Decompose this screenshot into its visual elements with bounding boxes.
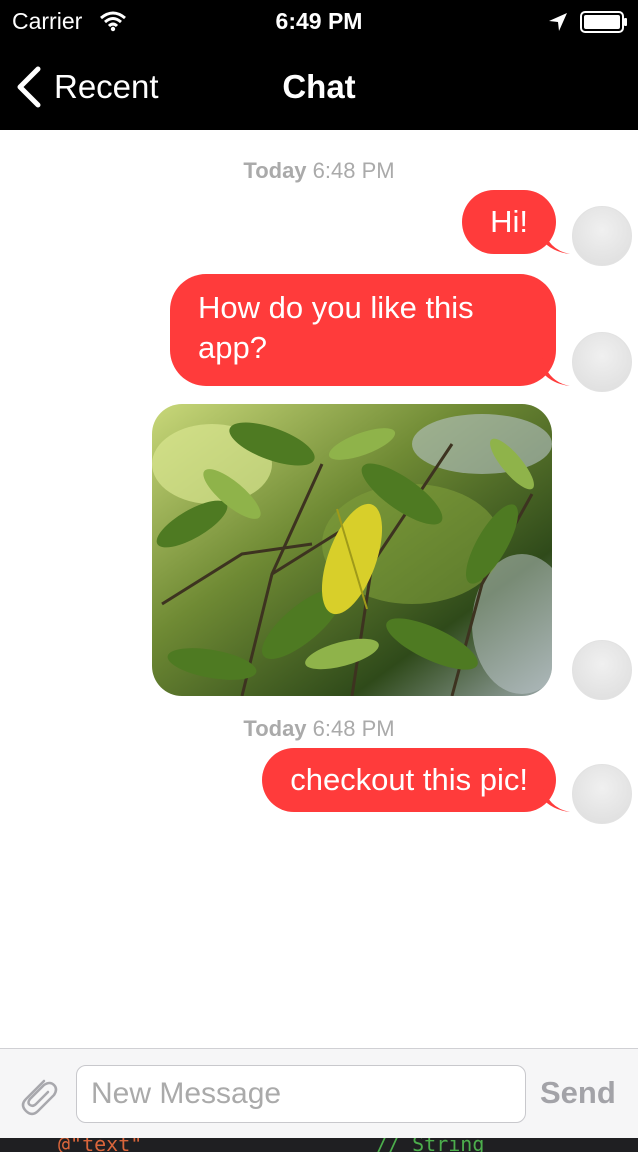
- timestamp-day: Today: [243, 716, 307, 741]
- timestamp-time: 6:48 PM: [312, 716, 395, 741]
- message-timestamp: Today 6:48 PM: [0, 716, 638, 742]
- location-arrow-icon: [549, 13, 567, 31]
- bubble-tail: [542, 226, 570, 254]
- bubble-tail: [542, 358, 570, 386]
- bubble-tail: [542, 784, 570, 812]
- send-button[interactable]: Send: [540, 1075, 616, 1111]
- message-text: checkout this pic!: [290, 762, 528, 797]
- back-button[interactable]: Recent: [14, 64, 159, 110]
- message-input[interactable]: [76, 1065, 526, 1123]
- chevron-left-icon: [17, 66, 41, 108]
- code-string: @"text": [58, 1138, 143, 1152]
- status-bar: Carrier 6:49 PM: [0, 0, 638, 44]
- avatar[interactable]: [572, 206, 632, 266]
- code-comment: // String: [376, 1138, 485, 1152]
- code-editor-strip: @"text" // String: [0, 1138, 638, 1152]
- timestamp-time: 6:48 PM: [312, 158, 395, 183]
- message-bubble[interactable]: Hi!: [462, 190, 570, 254]
- message-input-bar: Send: [0, 1048, 638, 1138]
- message-bubble[interactable]: checkout this pic!: [262, 748, 570, 812]
- avatar[interactable]: [572, 332, 632, 392]
- clock-time: 6:49 PM: [275, 8, 363, 34]
- message-bubble[interactable]: How do you like this app?: [170, 274, 570, 386]
- back-label: Recent: [54, 68, 159, 105]
- message-text: Hi!: [490, 204, 528, 239]
- leaf-photo-image: [152, 404, 552, 696]
- avatar[interactable]: [572, 640, 632, 700]
- message-timestamp: Today 6:48 PM: [0, 158, 638, 184]
- navigation-bar: Recent Chat: [0, 44, 638, 130]
- battery-icon: [580, 11, 627, 33]
- avatar[interactable]: [572, 764, 632, 824]
- photo-message[interactable]: [152, 404, 552, 696]
- message-list[interactable]: Today 6:48 PM Hi! How do you like this a…: [0, 130, 638, 1048]
- paperclip-icon[interactable]: [14, 1071, 62, 1119]
- timestamp-day: Today: [243, 158, 307, 183]
- message-text: How do you like this app?: [198, 290, 474, 365]
